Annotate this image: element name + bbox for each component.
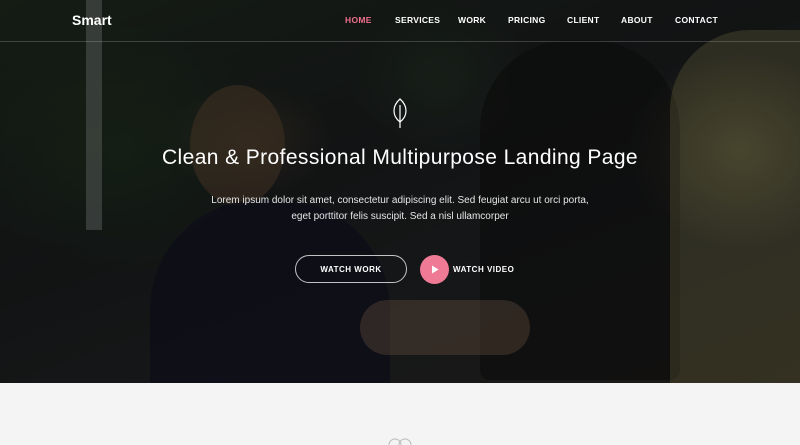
watch-video-button[interactable]: WATCH VIDEO xyxy=(420,254,514,284)
hero-subtitle: Lorem ipsum dolor sit amet, consectetur … xyxy=(190,193,610,225)
hero-title: Clean & Professional Multipurpose Landin… xyxy=(161,146,639,169)
hero-content: Clean & Professional Multipurpose Landin… xyxy=(0,0,800,383)
hero-subtitle-line-2: eget porttitor felis suscipit. Sed a nis… xyxy=(291,211,509,222)
next-section xyxy=(0,383,800,445)
hero-subtitle-line-1: Lorem ipsum dolor sit amet, consectetur … xyxy=(211,195,589,206)
hero-section: Smart HOME SERVICES WORK PRICING CLIENT … xyxy=(0,0,800,383)
section-divider-icon xyxy=(388,438,412,445)
watch-work-button[interactable]: WATCH WORK xyxy=(295,255,407,283)
watch-video-label: WATCH VIDEO xyxy=(453,264,515,274)
leaf-icon xyxy=(393,98,407,128)
play-button[interactable] xyxy=(420,254,449,284)
play-icon xyxy=(431,265,438,273)
